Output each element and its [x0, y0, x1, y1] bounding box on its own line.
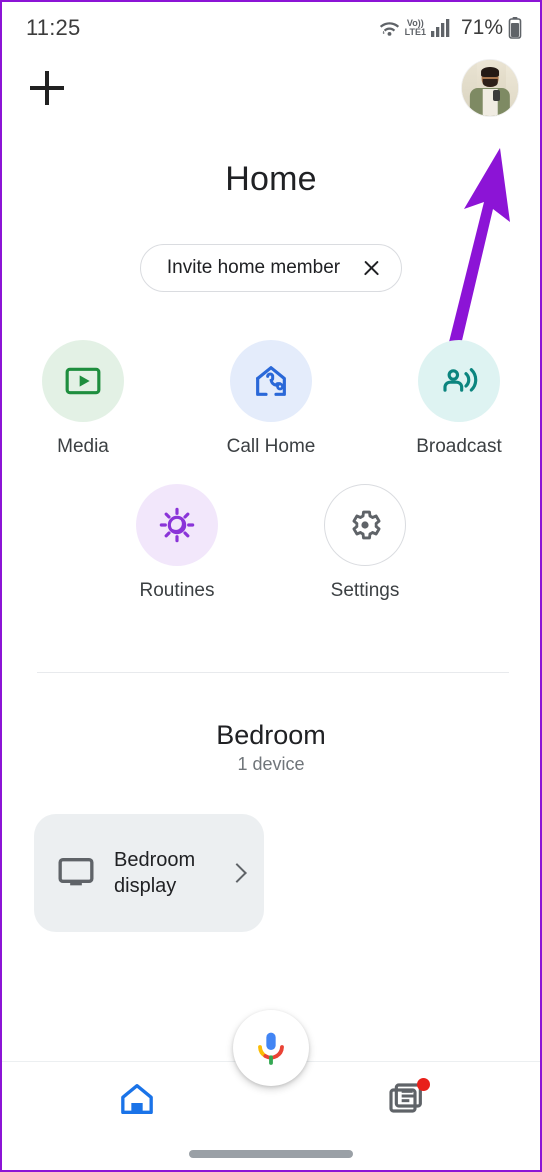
phone-screen: 11:25 Vo)) LTE1 71% Home Invite home mem… [0, 0, 542, 1172]
display-icon [58, 858, 94, 886]
nav-item-feed[interactable] [346, 1062, 466, 1136]
status-time: 11:25 [26, 15, 81, 40]
routines-circle [136, 484, 218, 566]
gesture-navigation-bar[interactable] [189, 1150, 353, 1158]
page-title: Home [225, 160, 317, 198]
broadcast-circle [418, 340, 500, 422]
quick-actions-row-2: Routines Settings [2, 484, 540, 602]
google-assistant-button[interactable] [233, 1010, 309, 1086]
volte-icon: Vo)) LTE1 [404, 18, 426, 37]
broadcast-icon [443, 368, 478, 392]
nav-item-home[interactable] [77, 1062, 197, 1136]
account-avatar[interactable] [462, 60, 518, 116]
media-circle [42, 340, 124, 422]
battery-icon [508, 17, 522, 39]
app-bar [2, 54, 540, 122]
quick-actions-row-1: Media Call Home Broadcast [2, 340, 540, 458]
quick-action-label: Routines [139, 580, 215, 601]
routines-sun-icon [159, 507, 195, 543]
cellular-signal-icon [430, 19, 450, 37]
gear-icon [352, 510, 381, 540]
call-home-circle [230, 340, 312, 422]
chevron-right-icon[interactable] [227, 863, 247, 883]
quick-action-routines[interactable]: Routines [111, 484, 243, 602]
device-name: Bedroom display [114, 848, 196, 897]
quick-action-label: Broadcast [416, 436, 502, 457]
quick-action-label: Call Home [226, 436, 316, 457]
close-icon[interactable] [362, 259, 381, 278]
invite-chip-container: Invite home member [2, 244, 540, 292]
avatar-hair [481, 67, 499, 77]
invite-home-member-chip[interactable]: Invite home member [139, 244, 403, 292]
quick-action-settings[interactable]: Settings [299, 484, 431, 602]
annotation-arrow [444, 148, 510, 366]
google-assistant-mic-icon [258, 1032, 284, 1065]
media-play-icon [65, 367, 101, 395]
plus-icon[interactable] [30, 71, 64, 105]
room-title: Bedroom [216, 720, 326, 750]
battery-percent: 71% [460, 16, 503, 39]
home-icon [120, 1084, 153, 1114]
quick-action-label: Settings [330, 580, 400, 601]
settings-circle [324, 484, 406, 566]
feed-notification-badge [416, 1078, 430, 1091]
avatar-held-phone [493, 90, 501, 102]
wifi-icon [379, 21, 399, 36]
quick-action-call-home[interactable]: Call Home [205, 340, 337, 458]
section-divider [37, 672, 509, 673]
quick-action-media[interactable]: Media [17, 340, 149, 458]
quick-action-broadcast[interactable]: Broadcast [393, 340, 525, 458]
status-icons: Vo)) LTE1 71% [377, 16, 522, 40]
invite-chip-label: Invite home member [166, 257, 341, 278]
call-home-icon [256, 366, 286, 396]
status-bar: 11:25 Vo)) LTE1 71% [2, 2, 540, 54]
room-device-count: 1 device [237, 754, 305, 774]
quick-action-label: Media [57, 436, 109, 457]
device-card-bedroom-display[interactable]: Bedroom display [34, 814, 264, 932]
